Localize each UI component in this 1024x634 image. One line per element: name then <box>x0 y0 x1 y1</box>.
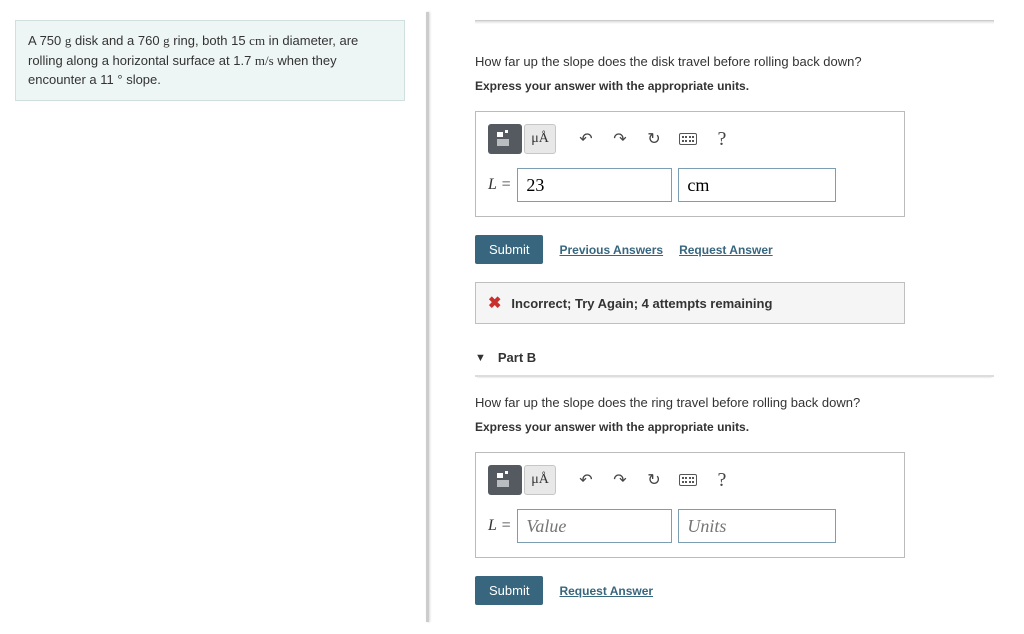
partA-feedback: ✖ Incorrect; Try Again; 4 attempts remai… <box>475 282 905 324</box>
partB-actions: Submit Request Answer <box>475 576 994 605</box>
help-icon[interactable]: ? <box>706 124 738 154</box>
caret-down-icon[interactable]: ▼ <box>475 352 486 364</box>
partA-variable-label: L = <box>488 176 511 194</box>
undo-icon[interactable]: ↶ <box>570 124 602 154</box>
redo-icon[interactable]: ↷ <box>604 124 636 154</box>
partA-answer-row: L = <box>488 168 892 202</box>
undo-icon[interactable]: ↶ <box>570 465 602 495</box>
feedback-text: Incorrect; Try Again; 4 attempts remaini… <box>511 296 772 311</box>
partA-toolbar: μÅ ↶ ↷ ↻ ? <box>488 124 892 154</box>
partA-unit-input[interactable] <box>678 168 836 202</box>
partB-instruction: Express your answer with the appropriate… <box>475 420 994 434</box>
keyboard-icon[interactable] <box>672 465 704 495</box>
answer-panel: How far up the slope does the disk trave… <box>435 0 1024 634</box>
partA-value-input[interactable] <box>517 168 672 202</box>
units-icon[interactable]: μÅ <box>524 465 556 495</box>
help-icon[interactable]: ? <box>706 465 738 495</box>
units-icon[interactable]: μÅ <box>524 124 556 154</box>
partA-submit-button[interactable]: Submit <box>475 235 543 264</box>
redo-icon[interactable]: ↷ <box>604 465 636 495</box>
partB-question: How far up the slope does the ring trave… <box>475 395 994 410</box>
partA-question: How far up the slope does the disk trave… <box>475 54 994 69</box>
problem-statement: A 750 g disk and a 760 g ring, both 15 c… <box>15 20 405 101</box>
partB-title: Part B <box>498 350 536 365</box>
template-icon[interactable] <box>488 465 522 495</box>
partB-value-input[interactable] <box>517 509 672 543</box>
partA-answer-box: μÅ ↶ ↷ ↻ ? L = <box>475 111 905 217</box>
reset-icon[interactable]: ↻ <box>638 124 670 154</box>
partA-instruction: Express your answer with the appropriate… <box>475 79 994 93</box>
problem-text: A 750 g disk and a 760 g ring, both 15 c… <box>28 33 358 87</box>
keyboard-icon[interactable] <box>672 124 704 154</box>
partA-actions: Submit Previous Answers Request Answer <box>475 235 994 264</box>
partA-previous-answers-link[interactable]: Previous Answers <box>559 243 663 257</box>
partB-toolbar: μÅ ↶ ↷ ↻ ? <box>488 465 892 495</box>
reset-icon[interactable]: ↻ <box>638 465 670 495</box>
partB-answer-row: L = <box>488 509 892 543</box>
partB-request-answer-link[interactable]: Request Answer <box>559 584 653 598</box>
vertical-divider <box>426 12 429 622</box>
partA-request-answer-link[interactable]: Request Answer <box>679 243 773 257</box>
partB-submit-button[interactable]: Submit <box>475 576 543 605</box>
problem-panel: A 750 g disk and a 760 g ring, both 15 c… <box>0 0 420 634</box>
partB-variable-label: L = <box>488 517 511 535</box>
partB-header[interactable]: ▼ Part B <box>475 350 994 377</box>
partB-unit-input[interactable] <box>678 509 836 543</box>
incorrect-icon: ✖ <box>488 293 501 313</box>
prev-section-shadow <box>475 20 994 24</box>
partB-answer-box: μÅ ↶ ↷ ↻ ? L = <box>475 452 905 558</box>
template-icon[interactable] <box>488 124 522 154</box>
